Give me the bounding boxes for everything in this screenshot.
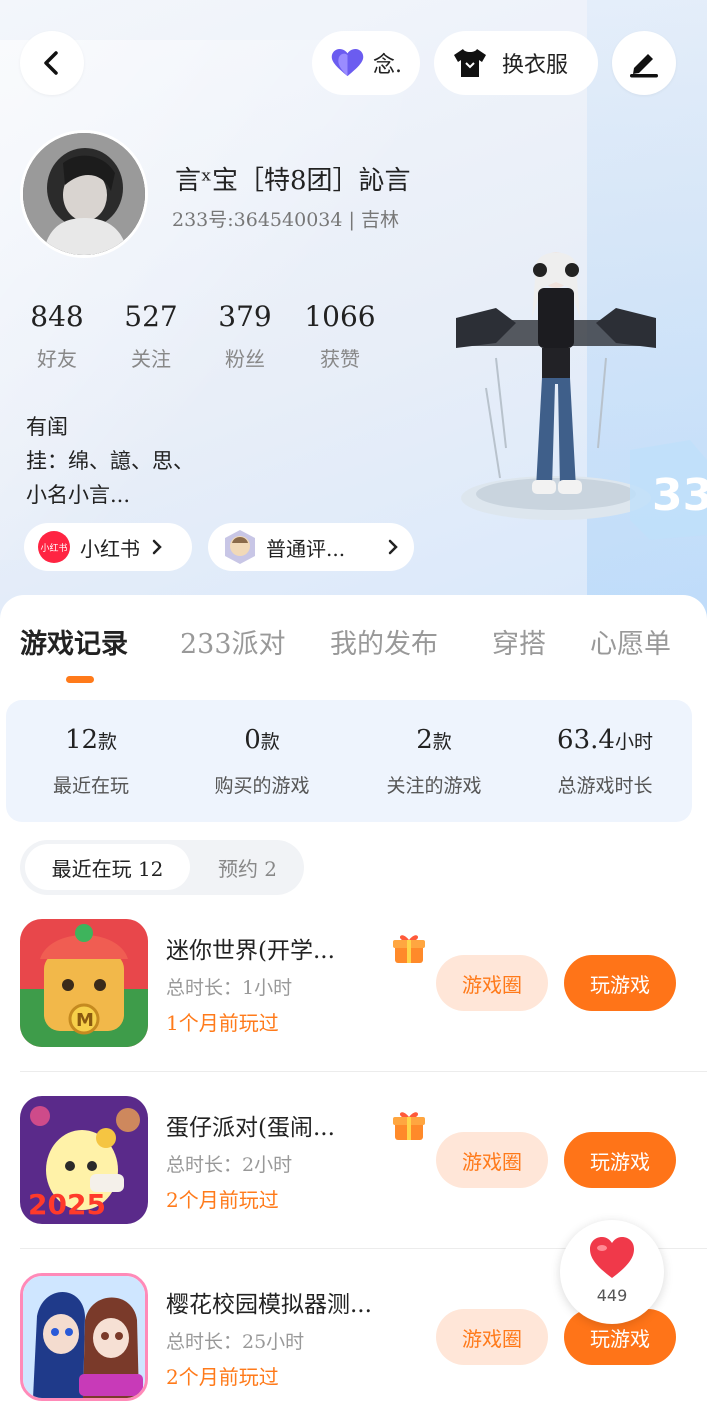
game-circle-button[interactable]: 游戏圈 <box>436 1132 548 1188</box>
edit-icon <box>630 54 658 78</box>
game-icon-sakura-school <box>20 1273 148 1401</box>
back-button[interactable] <box>20 31 84 95</box>
summary-unit: 款 <box>432 731 452 753</box>
summary-value: 0 <box>244 725 261 755</box>
like-floating-button[interactable]: 449 <box>560 1220 664 1324</box>
summary-value: 63.4 <box>557 725 615 755</box>
game-title: 蛋仔派对(蛋闹... <box>166 1115 335 1141</box>
stat-label: 粉丝 <box>225 347 265 371</box>
summary-purchased[interactable]: 0款 购买的游戏 <box>177 725 347 798</box>
game-last-played: 2个月前玩过 <box>166 1188 279 1212</box>
xiaohongshu-logo-icon: 小红书 <box>38 531 70 563</box>
stat-friends[interactable]: 848 好友 <box>12 300 102 372</box>
summary-unit: 小时 <box>614 731 653 753</box>
tab-game-records[interactable]: 游戏记录 <box>20 622 128 661</box>
play-game-button[interactable]: 玩游戏 <box>564 1132 676 1188</box>
divider <box>20 1071 707 1072</box>
summary-total-time[interactable]: 63.4小时 总游戏时长 <box>520 725 690 798</box>
game-circle-button[interactable]: 游戏圈 <box>436 955 548 1011</box>
game-last-played: 1个月前玩过 <box>166 1011 279 1035</box>
outfit-label: 换衣服 <box>502 53 569 78</box>
bio-line: 挂：绵、譩、思、 <box>26 449 194 473</box>
like-count: 449 <box>596 1286 628 1305</box>
summary-label: 最近在玩 <box>52 775 129 797</box>
level-badge-decoration: 33 <box>630 440 707 540</box>
tab-233-party[interactable]: 233派对 <box>180 622 286 661</box>
game-playtime: 总时长：25小时 <box>166 1331 305 1353</box>
game-circle-button[interactable]: 游戏圈 <box>436 1309 548 1365</box>
gift-icon[interactable] <box>392 931 426 965</box>
back-icon <box>44 51 58 75</box>
chevron-right-icon <box>388 539 398 555</box>
game-title: 樱花校园模拟器测... <box>166 1292 372 1318</box>
rating-badge-icon <box>225 530 255 564</box>
summary-unit: 款 <box>260 731 280 753</box>
segment-recent[interactable]: 最近在玩 12 <box>25 844 190 890</box>
avatar-photo <box>23 133 145 255</box>
stat-followers[interactable]: 379 粉丝 <box>200 300 290 372</box>
summary-label: 关注的游戏 <box>386 775 482 797</box>
play-game-button[interactable]: 玩游戏 <box>564 955 676 1011</box>
stat-label: 关注 <box>131 347 171 371</box>
summary-recent[interactable]: 12款 最近在玩 <box>6 725 176 798</box>
heart-like-icon <box>590 1237 634 1278</box>
stat-label: 好友 <box>37 347 77 371</box>
chevron-right-icon <box>152 539 162 555</box>
list-item-game[interactable]: 2025 蛋仔派对(蛋闹... 总时长：2小时 2个月前玩过 游戏圈 玩游戏 <box>0 1096 707 1236</box>
stat-likes[interactable]: 1066 获赞 <box>295 300 385 372</box>
list-item-game[interactable]: M 迷你世界(开学... 总时长：1小时 1个月前玩过 游戏圈 玩游戏 <box>0 919 707 1059</box>
username: 言ˣ宝［特8团］訫言 <box>175 166 411 196</box>
change-outfit-button[interactable]: 换衣服 <box>434 31 598 95</box>
stat-value: 379 <box>218 300 272 333</box>
xiaohongshu-link[interactable]: 小红书 小红书 <box>24 523 192 571</box>
summary-unit: 款 <box>98 731 118 753</box>
svg-text:M: M <box>76 1010 94 1031</box>
gift-icon[interactable] <box>392 1108 426 1142</box>
stat-following[interactable]: 527 关注 <box>106 300 196 372</box>
game-last-played: 2个月前玩过 <box>166 1365 279 1389</box>
summary-label: 总游戏时长 <box>557 775 653 797</box>
stat-label: 获赞 <box>320 347 360 371</box>
game-playtime: 总时长：2小时 <box>166 1154 293 1176</box>
status-bar <box>0 0 707 8</box>
avatar[interactable] <box>20 130 148 258</box>
svg-text:2025: 2025 <box>28 1188 106 1221</box>
bio[interactable]: 有闺 挂：绵、譩、思、 小名小言... <box>26 410 286 512</box>
summary-value: 2 <box>416 725 433 755</box>
summary-value: 12 <box>64 725 99 755</box>
stat-value: 527 <box>124 300 178 333</box>
link-label: 普通评... <box>266 536 346 561</box>
user-id-location: 233号:364540034 | 吉林 <box>172 209 399 231</box>
bio-line: 有闺 <box>26 415 68 439</box>
mood-button[interactable]: 念. <box>312 31 420 95</box>
stat-value: 848 <box>30 300 84 333</box>
game-icon-eggy-party: 2025 <box>20 1096 148 1224</box>
heart-mood-icon <box>331 49 364 77</box>
summary-label: 购买的游戏 <box>214 775 310 797</box>
tab-outfits[interactable]: 穿搭 <box>492 622 546 661</box>
game-title: 迷你世界(开学... <box>166 938 335 964</box>
mood-label: 念. <box>373 53 402 78</box>
game-playtime: 总时长：1小时 <box>166 977 293 999</box>
tab-indicator <box>66 676 94 683</box>
stat-value: 1066 <box>304 300 376 333</box>
avatar-3d-character[interactable] <box>456 248 656 520</box>
edit-profile-button[interactable] <box>612 31 676 95</box>
tab-wishlist[interactable]: 心愿单 <box>590 622 671 661</box>
shirt-icon <box>454 49 486 77</box>
svg-text:33: 33 <box>652 470 707 521</box>
game-icon-mini-world: M <box>20 919 148 1047</box>
tab-my-posts[interactable]: 我的发布 <box>330 622 438 661</box>
link-label: 小红书 <box>80 536 140 561</box>
summary-followed[interactable]: 2款 关注的游戏 <box>349 725 519 798</box>
segment-reserve[interactable]: 预约 2 <box>195 844 300 890</box>
bio-line: 小名小言... <box>26 483 131 507</box>
rating-link[interactable]: 普通评... <box>208 523 414 571</box>
